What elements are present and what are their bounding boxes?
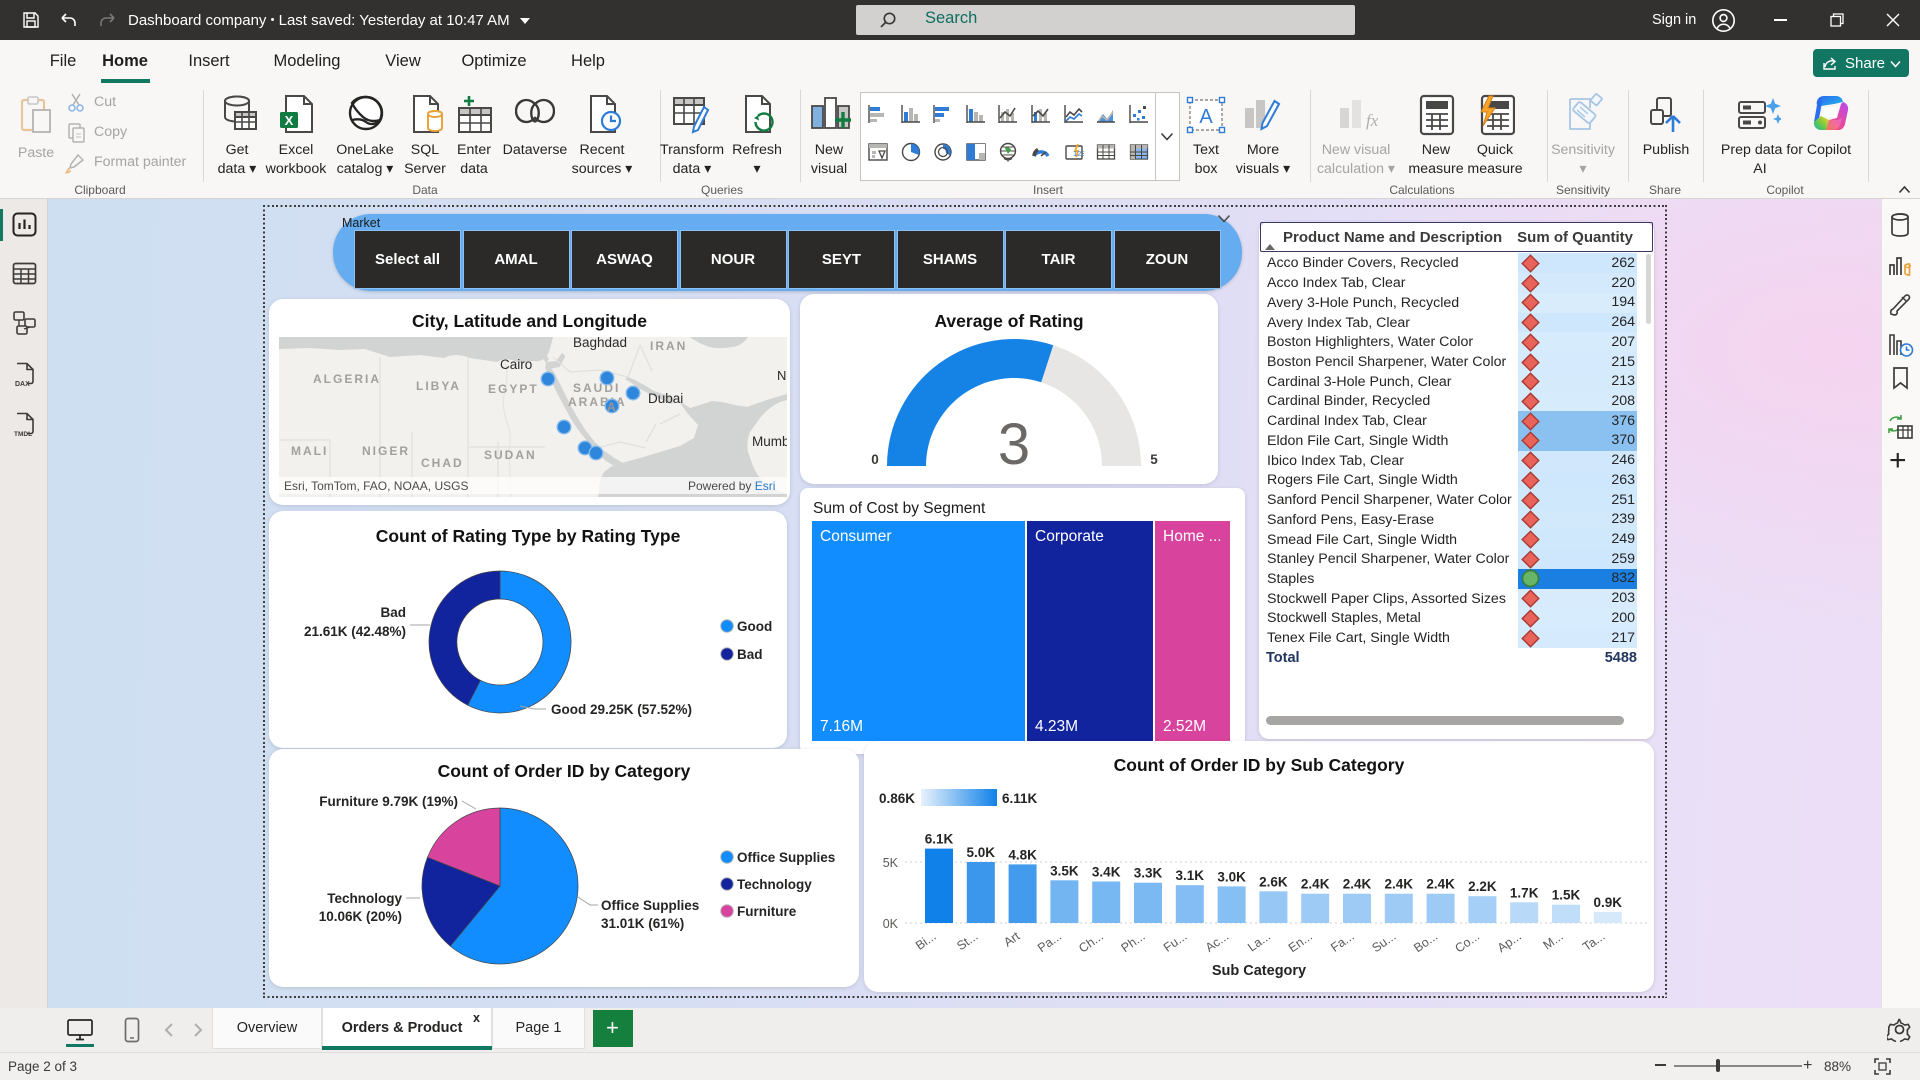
svg-text:21.61K (42.48%): 21.61K (42.48%) [304,624,406,639]
svg-text:A: A [607,400,616,414]
svg-text:2.4K: 2.4K [1343,877,1372,892]
svg-text:Powered by Esri: Powered by Esri [688,479,775,493]
svg-text:EGYPT: EGYPT [488,382,539,396]
svg-text:5.0K: 5.0K [967,845,996,860]
svg-text:Pa...: Pa... [1035,929,1064,955]
svg-text:2.4K: 2.4K [1385,877,1414,892]
svg-text:Co...: Co... [1452,929,1482,956]
svg-text:5K: 5K [883,856,899,870]
svg-text:IRAN: IRAN [650,339,687,353]
svg-text:Furniture 9.79K (19%): Furniture 9.79K (19%) [319,794,458,809]
svg-text:Bo...: Bo... [1411,929,1440,955]
svg-text:2.2K: 2.2K [1468,879,1497,894]
svg-text:1.5K: 1.5K [1552,888,1581,903]
svg-text:1.7K: 1.7K [1510,885,1539,900]
svg-text:Sub Category: Sub Category [1212,963,1306,979]
svg-text:6.1K: 6.1K [925,832,954,847]
svg-text:Ch...: Ch... [1076,929,1106,956]
svg-text:SAUDI: SAUDI [573,381,620,395]
svg-text:123: 123 [1073,149,1084,158]
svg-text:3: 3 [998,412,1030,475]
svg-text:Furniture: Furniture [737,904,797,919]
svg-text:Bad: Bad [737,647,763,662]
svg-text:3.0K: 3.0K [1217,869,1246,884]
svg-text:Ac...: Ac... [1203,929,1232,955]
svg-text:A: A [1199,106,1213,128]
svg-text:LIBYA: LIBYA [416,379,461,393]
svg-text:10.06K (20%): 10.06K (20%) [319,909,402,924]
svg-text:Office Supplies: Office Supplies [601,898,699,913]
svg-text:Bi...: Bi... [913,929,939,953]
svg-text:3.4K: 3.4K [1092,865,1121,880]
svg-text:En...: En... [1286,929,1315,955]
svg-text:M...: M... [1541,929,1566,952]
svg-text:0.9K: 0.9K [1594,895,1623,910]
svg-text:N: N [777,368,786,383]
svg-text:ALGERIA: ALGERIA [313,372,381,386]
svg-text:Ph...: Ph... [1119,929,1148,955]
svg-text:Art: Art [1001,929,1023,950]
svg-text:SUDAN: SUDAN [484,448,537,462]
svg-text:2.6K: 2.6K [1259,874,1288,889]
svg-text:Good: Good [737,619,772,634]
svg-text:3.3K: 3.3K [1134,866,1163,881]
svg-text:3.1K: 3.1K [1176,868,1205,883]
svg-text:MALI: MALI [291,444,328,458]
svg-text:2.4K: 2.4K [1301,877,1330,892]
svg-text:Ap...: Ap... [1495,929,1524,955]
svg-text:Mumb: Mumb [752,434,787,449]
svg-text:Good 29.25K (57.52%): Good 29.25K (57.52%) [551,702,692,717]
svg-text:Esri, TomTom, FAO, NOAA, USGS: Esri, TomTom, FAO, NOAA, USGS [284,479,468,493]
svg-text:TMDL: TMDL [14,431,32,438]
svg-text:Technology: Technology [737,877,812,892]
svg-text:NIGER: NIGER [362,444,410,458]
svg-text:fx: fx [1366,111,1378,130]
svg-text:Bad: Bad [380,605,406,620]
svg-text:Baghdad: Baghdad [573,337,627,350]
svg-text:La...: La... [1245,929,1273,954]
svg-text:Fa...: Fa... [1328,929,1357,955]
svg-text:0K: 0K [883,917,899,931]
svg-text:Technology: Technology [327,891,402,906]
svg-text:St...: St... [954,929,980,953]
svg-text:31.01K (61%): 31.01K (61%) [601,916,684,931]
svg-text:Office Supplies: Office Supplies [737,850,835,865]
svg-text:X: X [285,113,294,128]
svg-text:2.4K: 2.4K [1426,877,1455,892]
svg-text:5: 5 [1150,452,1158,467]
svg-text:4.8K: 4.8K [1008,847,1037,862]
svg-text:Dubai: Dubai [648,391,683,406]
svg-text:3.5K: 3.5K [1050,863,1079,878]
svg-text:Su...: Su... [1369,929,1398,955]
svg-text:Fu...: Fu... [1161,929,1190,955]
svg-text:DAX: DAX [15,381,30,388]
svg-text:Ta...: Ta... [1580,929,1607,954]
svg-text:CHAD: CHAD [421,456,464,470]
svg-text:Cairo: Cairo [500,357,532,372]
svg-text:0: 0 [871,452,879,467]
